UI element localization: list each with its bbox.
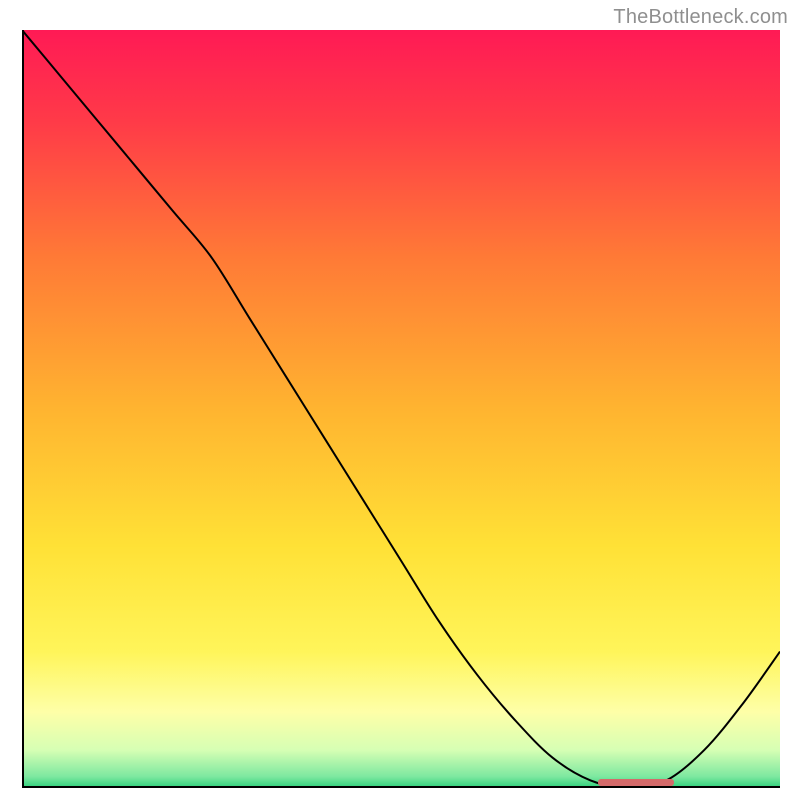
minimum-marker [598, 779, 674, 786]
watermark-text: TheBottleneck.com [613, 6, 788, 29]
plot-area [22, 30, 780, 788]
chart-stage: TheBottleneck.com [0, 0, 800, 800]
curve-line [22, 30, 780, 788]
